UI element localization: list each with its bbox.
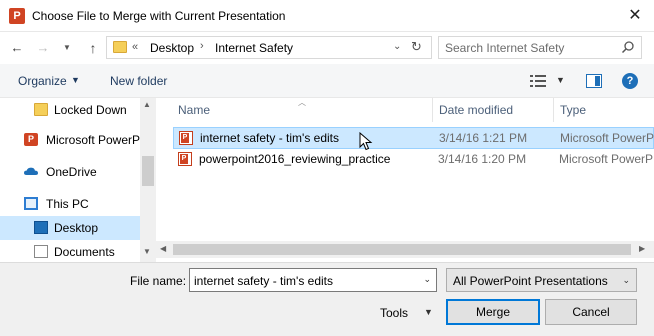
powerpoint-icon: P <box>24 133 38 146</box>
chevron-down-icon: ⌄ <box>622 275 630 285</box>
desktop-icon <box>34 221 48 234</box>
recent-locations-chevron-icon[interactable]: ▼ <box>58 39 76 57</box>
dialog-footer: File name: ⌄ All PowerPoint Presentation… <box>0 262 654 336</box>
address-row: ← → ▼ ↑ « Desktop › Internet Safety ⌄ ↻ <box>0 32 654 64</box>
file-name-dropdown-icon[interactable]: ⌄ <box>423 274 431 285</box>
address-bar[interactable]: « Desktop › Internet Safety ⌄ ↻ <box>106 36 432 59</box>
nav-item-label: This PC <box>46 197 89 211</box>
forward-arrow-icon[interactable]: → <box>34 39 52 57</box>
scroll-up-icon[interactable]: ▲ <box>143 100 151 109</box>
file-date-modified: 3/14/16 1:20 PM <box>438 152 527 166</box>
file-name: internet safety - tim's edits <box>200 131 340 145</box>
nav-item-onedrive[interactable]: OneDrive <box>0 160 140 184</box>
file-type: Microsoft PowerP <box>560 131 654 145</box>
column-divider[interactable] <box>553 98 554 122</box>
file-type: Microsoft PowerP <box>559 152 654 166</box>
refresh-icon[interactable]: ↻ <box>411 39 422 55</box>
scroll-down-icon[interactable]: ▼ <box>143 247 151 256</box>
powerpoint-file-icon <box>179 131 193 145</box>
sort-ascending-icon: ︿ <box>298 98 306 107</box>
back-arrow-icon[interactable]: ← <box>8 39 26 57</box>
breadcrumb-desktop[interactable]: Desktop <box>150 41 194 55</box>
up-arrow-icon[interactable]: ↑ <box>84 39 102 57</box>
scroll-left-icon[interactable]: ◀ <box>160 244 166 253</box>
file-name-input[interactable] <box>194 273 412 288</box>
computer-icon <box>24 197 38 210</box>
powerpoint-file-icon <box>178 152 192 166</box>
file-list: ︿ Name Date modified Type internet safet… <box>164 98 654 262</box>
file-type-filter-select[interactable]: All PowerPoint Presentations ⌄ <box>446 268 637 292</box>
nav-item-label: Locked Down <box>54 103 127 117</box>
command-bar: Organize ▼ New folder ▼ ? <box>0 64 654 98</box>
tools-button[interactable]: Tools <box>380 306 408 320</box>
organize-dropdown-icon[interactable]: ▼ <box>71 75 80 85</box>
breadcrumb-internet-safety[interactable]: Internet Safety <box>215 41 293 55</box>
nav-item-label: OneDrive <box>46 165 97 179</box>
nav-item-label: Microsoft PowerP <box>46 133 141 147</box>
merge-button[interactable]: Merge <box>446 299 540 325</box>
onedrive-cloud-icon <box>24 167 38 175</box>
folder-icon <box>34 103 48 116</box>
search-input[interactable] <box>445 40 615 55</box>
file-type-filter-value: All PowerPoint Presentations <box>453 274 608 288</box>
title-bar: P Choose File to Merge with Current Pres… <box>0 0 654 32</box>
organize-button[interactable]: Organize <box>18 74 67 88</box>
file-row[interactable]: powerpoint2016_reviewing_practice 3/14/1… <box>173 149 654 171</box>
navigation-scrollbar[interactable]: ▲ ▼ <box>140 98 156 262</box>
file-name: powerpoint2016_reviewing_practice <box>199 152 391 166</box>
nav-item-label: Desktop <box>54 221 99 235</box>
breadcrumb-overflow[interactable]: « <box>132 41 138 53</box>
cancel-button[interactable]: Cancel <box>545 299 637 325</box>
file-row[interactable]: internet safety - tim's edits 3/14/16 1:… <box>173 127 654 151</box>
column-divider[interactable] <box>432 98 433 122</box>
nav-item-locked-down[interactable]: Locked Down <box>0 98 140 122</box>
column-header-name[interactable]: Name <box>178 103 210 117</box>
window-title: Choose File to Merge with Current Presen… <box>32 9 286 23</box>
nav-item-documents[interactable]: Documents <box>0 240 140 262</box>
search-box[interactable] <box>438 36 642 59</box>
column-header-date-modified[interactable]: Date modified <box>439 103 513 117</box>
help-icon[interactable]: ? <box>622 73 638 89</box>
column-headers: ︿ Name Date modified Type <box>164 98 654 122</box>
navigation-pane: Locked Down P Microsoft PowerP OneDrive … <box>0 98 155 262</box>
breadcrumb-separator-icon[interactable]: › <box>200 40 204 52</box>
nav-item-label: Documents <box>54 245 115 259</box>
horizontal-scrollbar[interactable]: ◀ ▶ <box>156 241 654 258</box>
scrollbar-thumb[interactable] <box>142 156 154 186</box>
view-options-dropdown-icon[interactable]: ▼ <box>556 75 565 85</box>
file-name-label: File name: <box>130 274 187 288</box>
documents-icon <box>34 245 48 258</box>
nav-item-microsoft-powerpoint[interactable]: P Microsoft PowerP <box>0 128 140 152</box>
file-name-combobox[interactable]: ⌄ <box>189 268 437 292</box>
change-view-icon[interactable] <box>530 74 546 88</box>
powerpoint-icon: P <box>9 8 25 24</box>
search-icon[interactable] <box>621 40 635 54</box>
new-folder-button[interactable]: New folder <box>110 74 167 88</box>
nav-item-this-pc[interactable]: This PC <box>0 192 140 216</box>
preview-pane-icon[interactable] <box>586 74 602 88</box>
tools-dropdown-icon[interactable]: ▼ <box>424 307 433 317</box>
address-dropdown-icon[interactable]: ⌄ <box>393 41 401 52</box>
column-header-type[interactable]: Type <box>560 103 586 117</box>
scrollbar-thumb[interactable] <box>173 244 631 255</box>
file-date-modified: 3/14/16 1:21 PM <box>439 131 528 145</box>
scroll-right-icon[interactable]: ▶ <box>639 244 645 253</box>
folder-icon <box>113 41 127 53</box>
nav-item-desktop[interactable]: Desktop <box>0 216 140 240</box>
close-button[interactable]: ✕ <box>622 3 648 29</box>
